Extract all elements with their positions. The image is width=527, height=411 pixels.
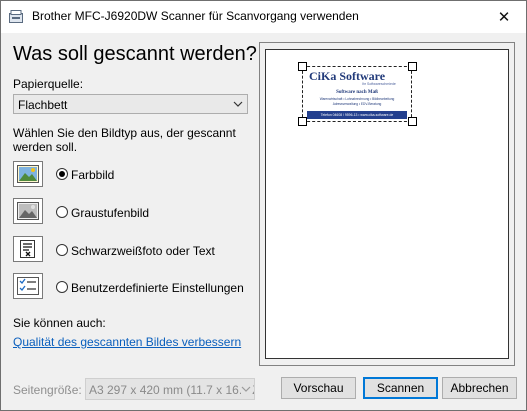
chevron-down-icon: [233, 101, 243, 107]
improve-quality-link[interactable]: Qualität des gescannten Bildes verbesser…: [13, 335, 241, 349]
option-label-bw-text[interactable]: Schwarzweißfoto oder Text: [71, 244, 215, 258]
custom-settings-icon[interactable]: [13, 273, 43, 299]
page-size-value: A3 297 x 420 mm (11.7 x 16.5 Zoll): [89, 383, 254, 397]
preview-pane: CiKa Software Ihr Softwareschmiede Softw…: [259, 42, 515, 366]
preview-button[interactable]: Vorschau: [281, 377, 356, 399]
preview-page[interactable]: CiKa Software Ihr Softwareschmiede Softw…: [265, 49, 509, 359]
page-heading: Was soll gescannt werden?: [13, 43, 257, 65]
scanner-app-icon: [9, 10, 23, 23]
scanner-dialog: Brother MFC-J6920DW Scanner für Scanvorg…: [0, 0, 527, 411]
selection-handle-top-left[interactable]: [298, 62, 307, 71]
option-label-grayscale[interactable]: Graustufenbild: [71, 206, 149, 220]
radio-color[interactable]: [56, 168, 68, 180]
cancel-button[interactable]: Abbrechen: [442, 377, 517, 399]
title-bar: Brother MFC-J6920DW Scanner für Scanvorg…: [1, 1, 526, 33]
page-size-label: Seitengröße:: [13, 383, 82, 397]
scan-selection-rectangle[interactable]: [302, 66, 412, 122]
selection-handle-top-right[interactable]: [408, 62, 417, 71]
image-type-prompt: Wählen Sie den Bildtyp aus, der gescannt…: [13, 126, 236, 154]
paper-source-value: Flachbett: [18, 98, 68, 112]
radio-grayscale[interactable]: [56, 206, 68, 218]
selection-handle-bottom-left[interactable]: [298, 117, 307, 126]
close-button[interactable]: ✕: [482, 1, 526, 32]
close-icon: ✕: [497, 8, 511, 26]
radio-custom[interactable]: [56, 281, 68, 293]
option-label-custom[interactable]: Benutzerdefinierte Einstellungen: [71, 281, 244, 295]
scan-button[interactable]: Scannen: [363, 377, 438, 399]
selection-handle-bottom-right[interactable]: [408, 117, 417, 126]
paper-source-label: Papierquelle:: [13, 77, 84, 91]
color-photo-icon[interactable]: [13, 161, 43, 187]
grayscale-photo-icon[interactable]: [13, 198, 43, 224]
chevron-down-icon: [241, 383, 251, 395]
window-title: Brother MFC-J6920DW Scanner für Scanvorg…: [32, 9, 359, 23]
radio-bw-text[interactable]: [56, 244, 68, 256]
page-size-select[interactable]: A3 297 x 420 mm (11.7 x 16.5 Zoll): [85, 378, 255, 400]
also-label: Sie können auch:: [13, 316, 106, 330]
bw-text-icon[interactable]: [13, 236, 43, 262]
paper-source-select[interactable]: Flachbett: [13, 94, 248, 114]
option-label-color[interactable]: Farbbild: [71, 168, 114, 182]
